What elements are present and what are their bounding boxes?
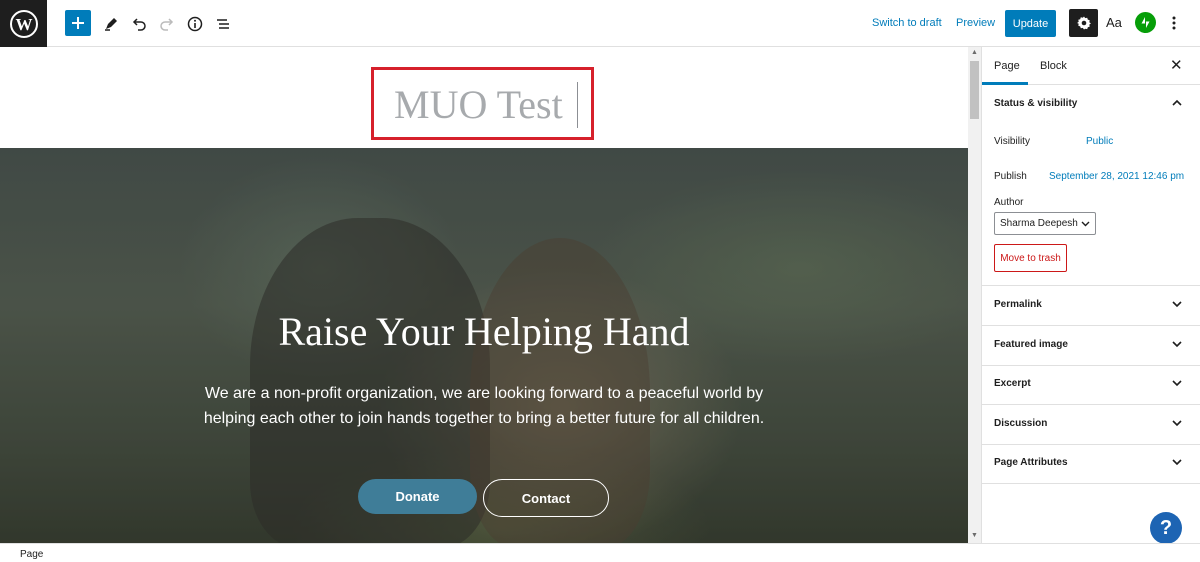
canvas-scrollbar[interactable]: ▲ ▼ xyxy=(968,47,981,543)
visibility-label: Visibility xyxy=(994,136,1030,147)
contact-button[interactable]: Contact xyxy=(483,479,609,517)
panel-title: Permalink xyxy=(994,299,1042,310)
preview-link[interactable]: Preview xyxy=(956,17,995,29)
switch-to-draft-link[interactable]: Switch to draft xyxy=(872,17,942,29)
move-to-trash-button[interactable]: Move to trash xyxy=(994,244,1067,272)
cover-paragraph[interactable]: We are a non-profit organization, we are… xyxy=(185,381,783,431)
more-options-icon[interactable] xyxy=(1166,13,1182,33)
typography-button[interactable]: Aa xyxy=(1106,15,1122,30)
editor-toolbar: W Switch to draft Preview Update Aa xyxy=(0,0,1200,47)
close-sidebar-icon[interactable]: ✕ xyxy=(1170,56,1183,74)
update-button[interactable]: Update xyxy=(1005,10,1056,37)
cover-block[interactable]: Raise Your Helping Hand We are a non-pro… xyxy=(0,148,968,543)
panel-page-attributes[interactable]: Page Attributes xyxy=(982,444,1200,484)
details-info-icon[interactable] xyxy=(182,11,208,37)
chevron-down-icon[interactable] xyxy=(1171,298,1183,310)
settings-sidebar: Page Block ✕ Status & visibility Visibil… xyxy=(981,47,1200,544)
editor-canvas: MUO Test Raise Your Helping Hand We are … xyxy=(0,47,968,543)
help-button[interactable]: ? xyxy=(1150,512,1182,544)
chevron-down-icon xyxy=(1081,221,1090,227)
chevron-down-icon[interactable] xyxy=(1171,338,1183,350)
svg-text:W: W xyxy=(15,15,32,34)
panel-title: Featured image xyxy=(994,339,1068,350)
chevron-down-icon[interactable] xyxy=(1171,377,1183,389)
undo-icon[interactable] xyxy=(126,11,152,37)
cover-heading[interactable]: Raise Your Helping Hand xyxy=(0,308,968,355)
author-select[interactable]: Sharma Deepesh xyxy=(994,212,1096,235)
panel-title: Page Attributes xyxy=(994,457,1068,468)
edit-tool-icon[interactable] xyxy=(98,11,124,37)
wordpress-logo-icon[interactable]: W xyxy=(0,0,47,47)
tab-page[interactable]: Page xyxy=(994,60,1020,72)
jetpack-icon[interactable] xyxy=(1135,12,1156,33)
panel-status-visibility[interactable]: Status & visibility xyxy=(982,85,1200,125)
editor-footer: Page xyxy=(0,543,1200,562)
settings-gear-icon[interactable] xyxy=(1069,9,1098,37)
sidebar-tabs: Page Block ✕ xyxy=(982,47,1200,85)
author-label: Author xyxy=(994,197,1024,208)
panel-title: Excerpt xyxy=(994,378,1031,389)
add-block-button[interactable] xyxy=(65,10,91,36)
panel-title: Discussion xyxy=(994,418,1048,429)
redo-icon[interactable] xyxy=(154,11,180,37)
visibility-value-link[interactable]: Public xyxy=(1086,136,1113,147)
panel-excerpt[interactable]: Excerpt xyxy=(982,365,1200,405)
text-caret xyxy=(577,82,578,128)
panel-permalink[interactable]: Permalink xyxy=(982,286,1200,326)
breadcrumb[interactable]: Page xyxy=(20,549,43,560)
author-select-value: Sharma Deepesh xyxy=(1000,218,1078,229)
list-view-icon[interactable] xyxy=(210,11,236,37)
chevron-down-icon[interactable] xyxy=(1171,417,1183,429)
scroll-down-arrow-icon[interactable]: ▼ xyxy=(971,532,978,539)
publish-date-link[interactable]: September 28, 2021 12:46 pm xyxy=(1049,171,1184,182)
panel-title: Status & visibility xyxy=(994,98,1078,109)
tab-block[interactable]: Block xyxy=(1040,60,1067,72)
scroll-thumb[interactable] xyxy=(970,61,979,119)
page-title-highlight[interactable]: MUO Test xyxy=(371,67,594,140)
chevron-up-icon[interactable] xyxy=(1171,97,1183,109)
chevron-down-icon[interactable] xyxy=(1171,456,1183,468)
donate-button[interactable]: Donate xyxy=(358,479,477,514)
panel-discussion[interactable]: Discussion xyxy=(982,405,1200,445)
page-title[interactable]: MUO Test xyxy=(394,81,563,128)
scroll-up-arrow-icon[interactable]: ▲ xyxy=(971,49,978,56)
publish-label: Publish xyxy=(994,171,1027,182)
panel-featured-image[interactable]: Featured image xyxy=(982,326,1200,366)
